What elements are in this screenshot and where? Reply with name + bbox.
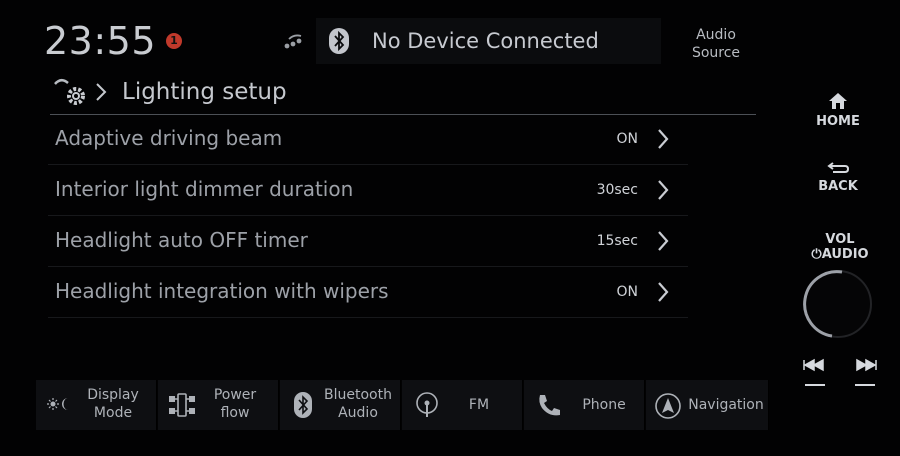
page-header: Lighting setup xyxy=(50,72,756,115)
seek-forward-button[interactable] xyxy=(850,354,880,390)
clock: 23:55 xyxy=(44,19,157,63)
setting-row-interior-light-dimmer[interactable]: Interior light dimmer duration 30sec xyxy=(48,165,688,216)
navigation-button[interactable]: Navigation xyxy=(646,380,769,430)
back-button[interactable]: BACK xyxy=(790,160,886,194)
power-icon: ⏻ xyxy=(811,247,822,262)
audio-source-button[interactable]: Audio Source xyxy=(668,26,764,62)
volume-knob[interactable] xyxy=(802,268,874,340)
setting-label: Adaptive driving beam xyxy=(55,126,283,150)
button-label: Navigation xyxy=(688,397,764,413)
setting-row-adaptive-driving-beam[interactable]: Adaptive driving beam ON xyxy=(48,114,688,165)
audio-source-line1: Audio xyxy=(696,27,736,43)
bluetooth-status-text: No Device Connected xyxy=(372,29,599,53)
navigation-icon xyxy=(655,393,681,419)
setting-label: Interior light dimmer duration xyxy=(55,177,354,201)
setting-value: 15sec xyxy=(596,233,638,249)
chevron-right-icon xyxy=(658,231,669,251)
chevron-right-icon xyxy=(658,129,669,149)
infotainment-screen: 23:55 1 No Device Connected Audio Source xyxy=(0,0,900,456)
home-icon xyxy=(829,93,847,109)
back-arrow-icon xyxy=(827,162,850,173)
power-flow-icon xyxy=(169,393,195,417)
setting-row-headlight-auto-off[interactable]: Headlight auto OFF timer 15sec xyxy=(48,216,688,267)
phone-button[interactable]: Phone xyxy=(524,380,645,430)
button-label: Display xyxy=(87,387,139,403)
settings-list: Adaptive driving beam ON Interior light … xyxy=(48,114,688,318)
home-button[interactable]: HOME xyxy=(790,92,886,129)
audio-source-line2: Source xyxy=(691,45,741,61)
seek-back-button[interactable] xyxy=(800,354,830,390)
setting-label: Headlight integration with wipers xyxy=(55,279,389,303)
hardware-controls: HOME BACK VOL ⏻AUDIO xyxy=(790,0,890,456)
setting-value: ON xyxy=(616,284,639,300)
setting-value: ON xyxy=(616,131,639,147)
signal-icon xyxy=(284,34,302,49)
button-label: Mode xyxy=(93,405,133,421)
back-label: BACK xyxy=(818,179,858,194)
audio-label: AUDIO xyxy=(821,247,869,262)
vol-label: VOL xyxy=(825,232,855,247)
button-label: FM xyxy=(468,397,490,413)
audio-power-label: ⏻AUDIO xyxy=(790,247,890,262)
button-label: Audio xyxy=(338,405,378,421)
button-label: Phone xyxy=(582,397,626,413)
bluetooth-audio-button[interactable]: Bluetooth Audio xyxy=(280,380,401,430)
home-label: HOME xyxy=(816,114,860,129)
phone-icon xyxy=(539,395,560,416)
radio-antenna-icon xyxy=(416,392,438,417)
notification-badge[interactable]: 1 xyxy=(166,33,182,49)
button-label: Power xyxy=(213,387,257,403)
setting-row-headlight-wipers[interactable]: Headlight integration with wipers ON xyxy=(48,267,688,318)
day-night-icon xyxy=(47,398,68,410)
power-flow-button[interactable]: Power flow xyxy=(158,380,279,430)
button-label: Bluetooth xyxy=(324,387,392,403)
bluetooth-icon xyxy=(329,28,349,54)
chevron-right-icon xyxy=(658,282,669,302)
bottom-bar: Display Mode Power flow Bluetooth Audio … xyxy=(36,380,769,430)
setting-value: 30sec xyxy=(596,182,638,198)
bluetooth-status[interactable]: No Device Connected xyxy=(316,18,661,64)
fm-button[interactable]: FM xyxy=(402,380,523,430)
button-label: flow xyxy=(220,405,250,421)
display-mode-button[interactable]: Display Mode xyxy=(36,380,157,430)
status-bar: 23:55 1 No Device Connected Audio Source xyxy=(36,18,768,64)
chevron-right-icon xyxy=(658,180,669,200)
settings-gear-icon[interactable] xyxy=(52,76,88,108)
breadcrumb-chevron-icon xyxy=(96,83,107,101)
setting-label: Headlight auto OFF timer xyxy=(55,228,308,252)
bluetooth-icon xyxy=(294,392,312,418)
volume-audio-label: VOL ⏻AUDIO xyxy=(790,232,890,262)
page-title: Lighting setup xyxy=(122,79,287,105)
